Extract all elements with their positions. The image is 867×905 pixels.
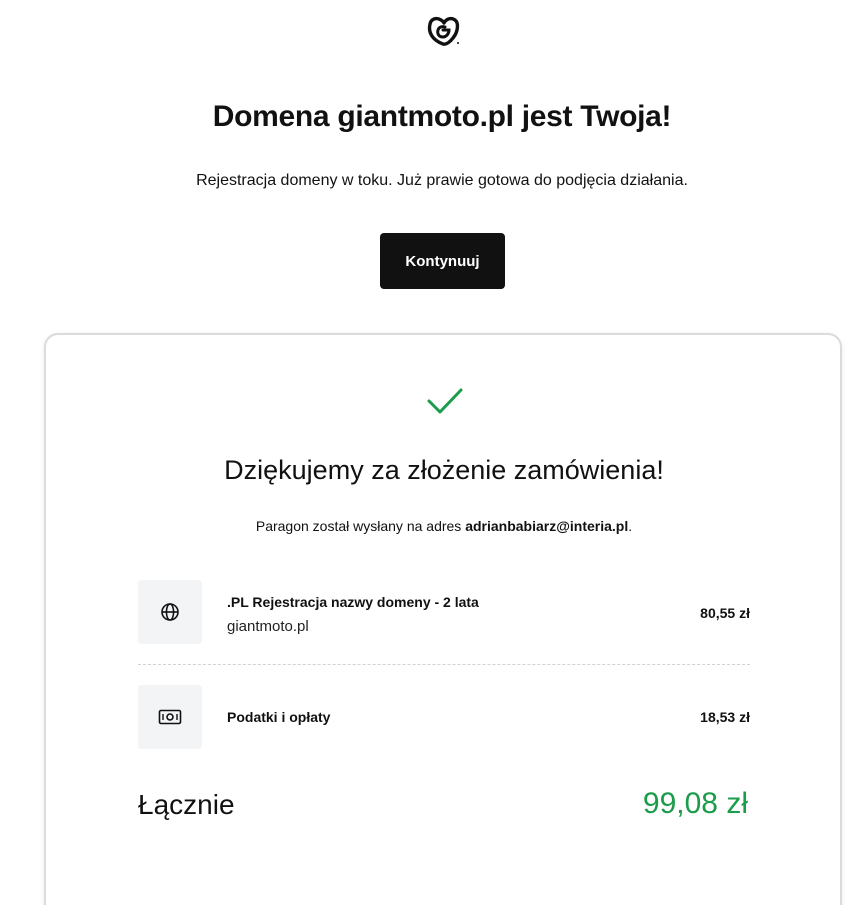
order-summary-card: Dziękujemy za złożenie zamówienia! Parag… bbox=[44, 333, 842, 905]
order-confirmation-page: Domena giantmoto.pl jest Twoja! Rejestra… bbox=[0, 0, 867, 905]
line-item-domain: .PL Rejestracja nazwy domeny - 2 lata gi… bbox=[138, 580, 750, 644]
money-bill-icon bbox=[158, 709, 182, 725]
godaddy-logo-icon[interactable] bbox=[424, 12, 462, 50]
line-item-domain-name: giantmoto.pl bbox=[227, 618, 309, 635]
receipt-email: adrianbabiarz@interia.pl bbox=[465, 518, 629, 534]
registration-status-text: Rejestracja domeny w toku. Już prawie go… bbox=[196, 172, 688, 189]
line-item-price: 80,55 zł bbox=[700, 605, 750, 621]
line-item-price: 18,53 zł bbox=[700, 709, 750, 725]
receipt-notice-text: Paragon został wysłany na adres bbox=[255, 518, 466, 534]
line-item-divider bbox=[138, 664, 750, 665]
globe-icon bbox=[161, 603, 179, 621]
checkmark-icon bbox=[427, 388, 463, 414]
line-item-icon-box bbox=[138, 685, 202, 749]
page-title: Domena giantmoto.pl jest Twoja! bbox=[212, 100, 672, 133]
total-value: 99,08 zł bbox=[642, 787, 748, 820]
continue-button[interactable]: Kontynuuj bbox=[380, 233, 505, 289]
line-item-icon-box bbox=[138, 580, 202, 644]
receipt-notice: Paragon został wysłany na adres adrianba… bbox=[46, 518, 842, 534]
line-item-title: .PL Rejestracja nazwy domeny - 2 lata bbox=[227, 594, 479, 610]
line-item-taxes: Podatki i opłaty 18,53 zł bbox=[138, 685, 750, 749]
receipt-notice-end: . bbox=[628, 518, 633, 534]
total-label: Łącznie bbox=[138, 789, 235, 820]
line-item-title: Podatki i opłaty bbox=[227, 709, 331, 725]
order-thanks-heading: Dziękujemy za złożenie zamówienia! bbox=[224, 455, 664, 485]
